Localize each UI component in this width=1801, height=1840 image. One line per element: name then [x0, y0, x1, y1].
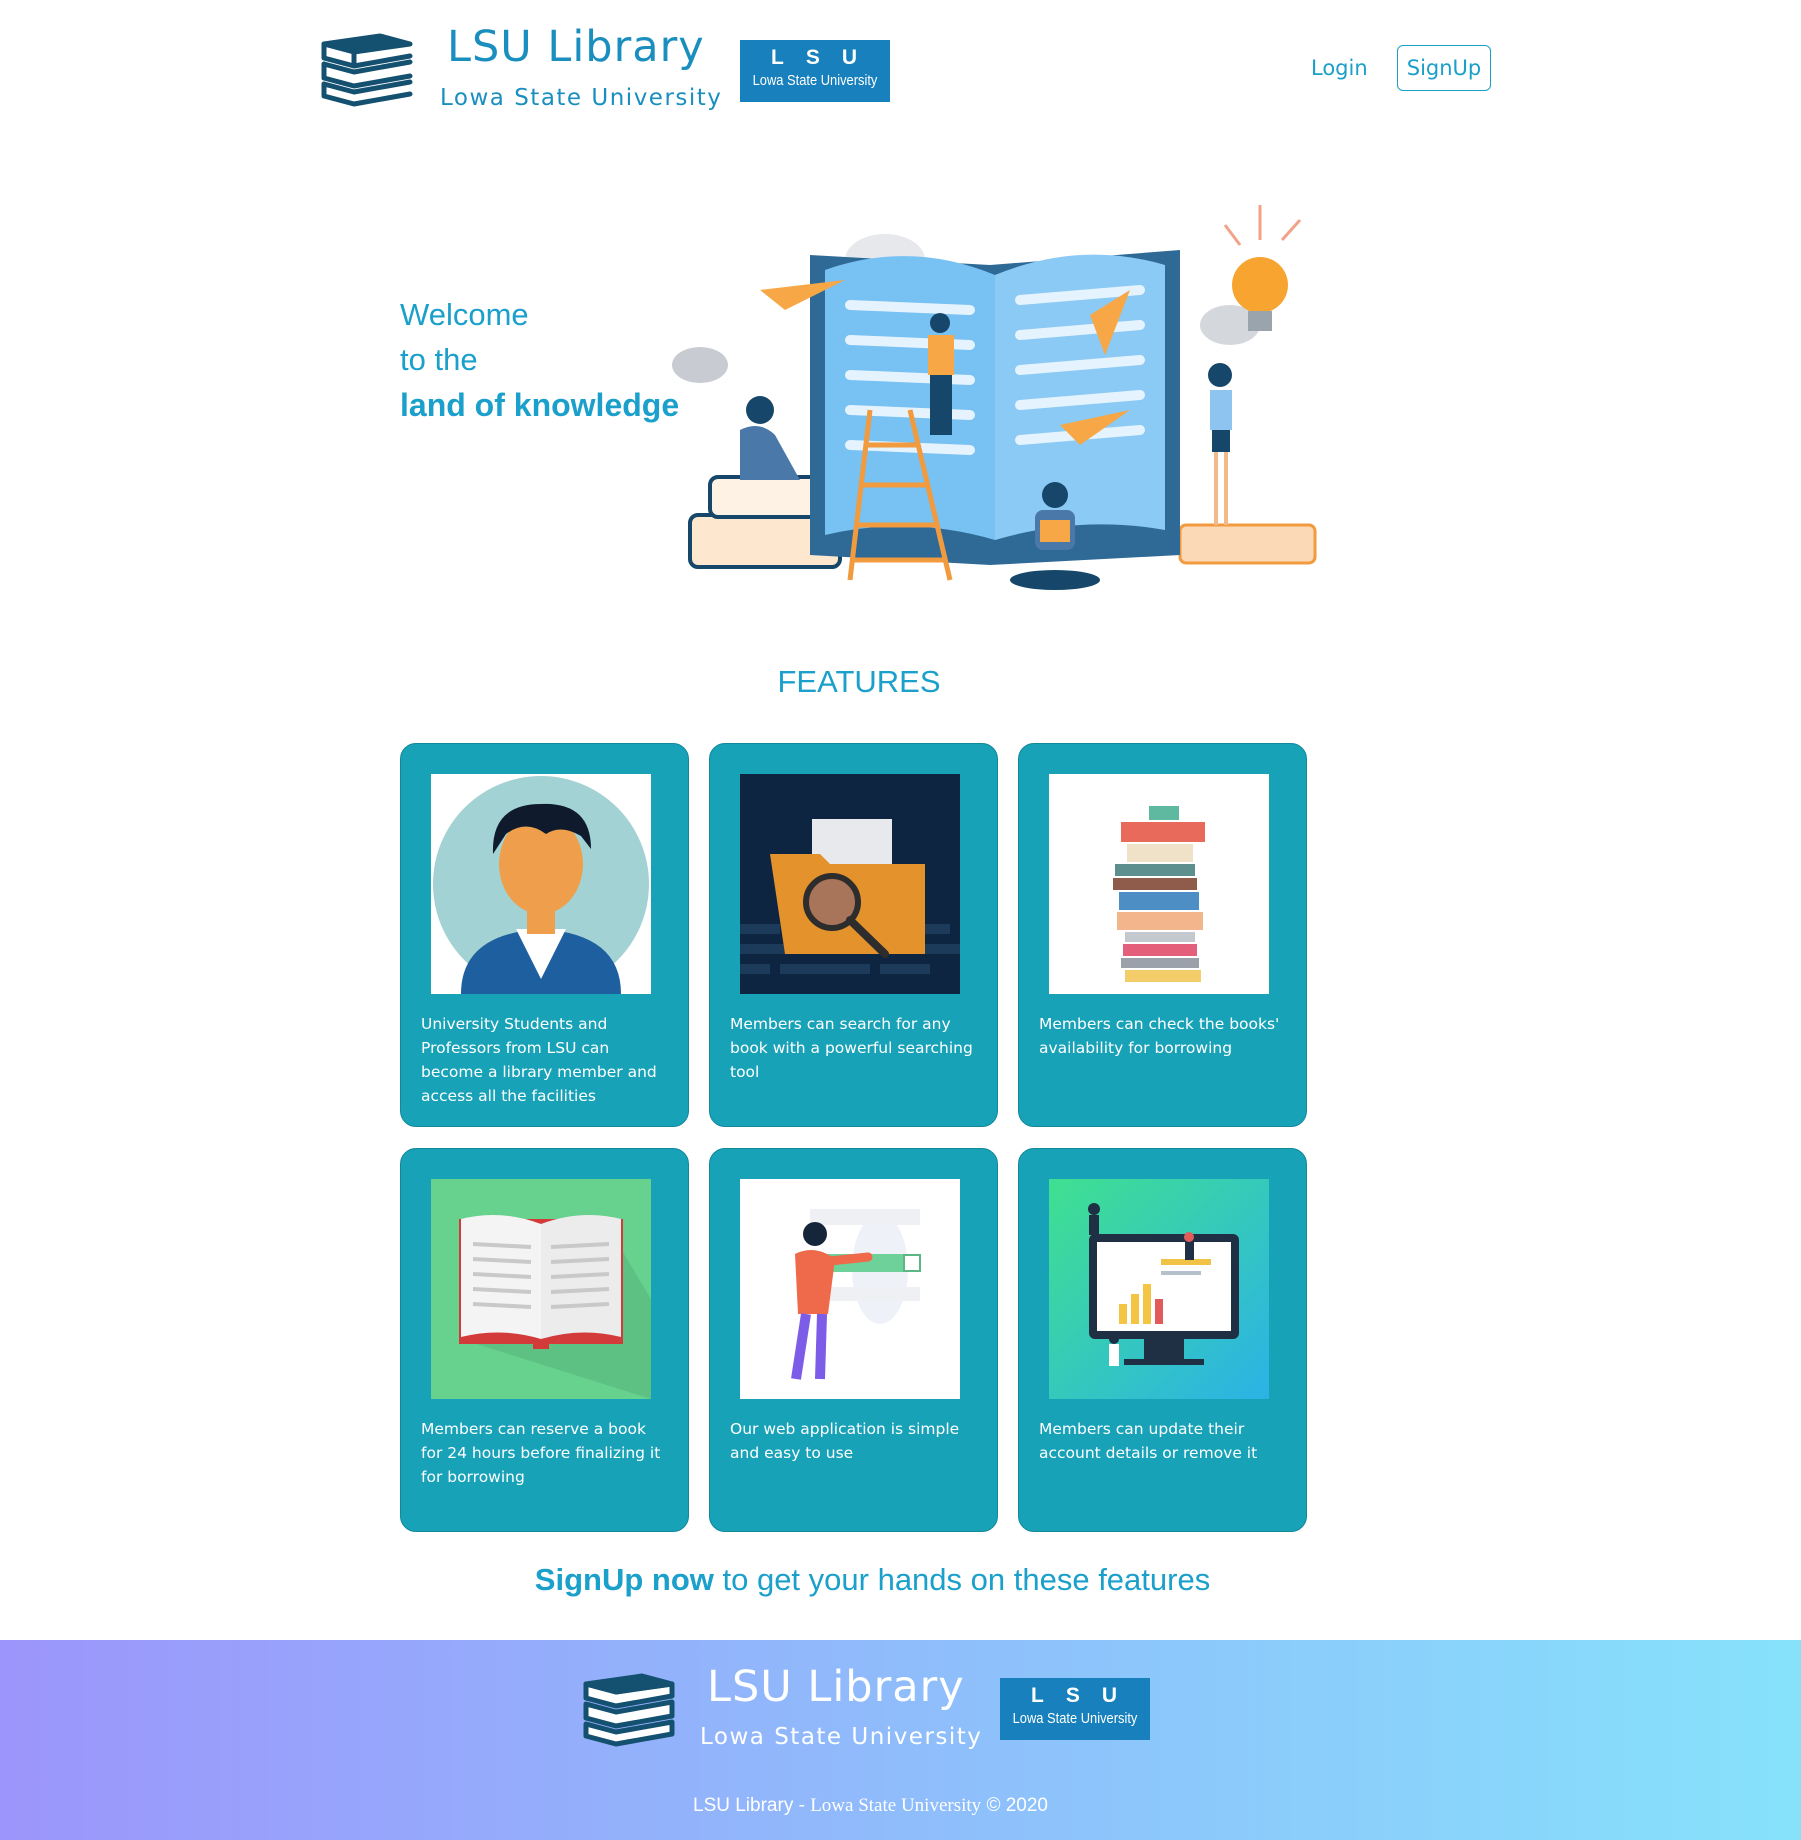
footer-badge-university: Lowa State University — [1012, 1710, 1138, 1727]
feature-text: University Students and Professors from … — [421, 1015, 657, 1105]
signup-now-link[interactable]: SignUp now — [535, 1562, 714, 1597]
books-logo-icon — [583, 1673, 675, 1747]
copyright-university: Lowa State University — [810, 1795, 982, 1816]
feature-card-reserve: Members can reserve a book for 24 hours … — [400, 1148, 689, 1532]
feature-card-search: Members can search for any book with a p… — [709, 743, 998, 1127]
footer-lsu-badge-logo: LSU Lowa State University — [1000, 1678, 1150, 1740]
welcome-text: Welcome to the land of knowledge — [400, 292, 679, 429]
feature-card-account: Members can update their account details… — [1018, 1148, 1307, 1532]
footer-badge-letters: LSU — [1031, 1684, 1139, 1707]
login-link[interactable]: Login — [1311, 56, 1368, 80]
footer-brand-title: LSU Library — [707, 1662, 965, 1712]
student-avatar-icon — [431, 774, 651, 994]
feature-text: Our web application is simple and easy t… — [730, 1420, 960, 1462]
site-footer: LSU Library Lowa State University LSU Lo… — [0, 1640, 1801, 1840]
hero-library-illustration — [672, 205, 1317, 590]
account-dashboard-icon — [1049, 1179, 1269, 1399]
footer-brand-subtitle: Lowa State University — [700, 1724, 983, 1750]
feature-text: Members can check the books' availabilit… — [1039, 1015, 1280, 1057]
features-title: FEATURES — [777, 664, 941, 699]
signup-button[interactable]: SignUp — [1397, 45, 1491, 91]
badge-letters: LSU — [771, 46, 879, 69]
badge-university: Lowa State University — [752, 72, 878, 89]
site-header: LSU Library Lowa State University LSU Lo… — [0, 0, 1801, 150]
welcome-line-1: Welcome — [400, 297, 529, 332]
book-stack-icon — [1049, 774, 1269, 994]
lsu-badge-logo: LSU Lowa State University — [740, 40, 890, 102]
welcome-line-3: land of knowledge — [400, 387, 680, 423]
feature-card-availability: Members can check the books' availabilit… — [1018, 743, 1307, 1127]
feature-card-membership: University Students and Professors from … — [400, 743, 689, 1127]
copyright-brand: LSU Library - — [693, 1795, 811, 1816]
copyright-year: © 2020 — [981, 1795, 1048, 1816]
cta-rest-text: to get your hands on these features — [713, 1562, 1211, 1597]
brand-title: LSU Library — [447, 22, 705, 72]
welcome-line-2: to the — [400, 342, 478, 377]
feature-text: Members can reserve a book for 24 hours … — [421, 1420, 661, 1486]
feature-text: Members can update their account details… — [1039, 1420, 1258, 1462]
copyright-text: LSU Library - Lowa State University © 20… — [0, 1794, 1741, 1817]
folder-search-icon — [740, 774, 960, 994]
signup-cta: SignUp now to get your hands on these fe… — [0, 1562, 1745, 1598]
checklist-person-icon — [740, 1179, 960, 1399]
books-logo-icon[interactable] — [318, 30, 414, 108]
brand-subtitle: Lowa State University — [440, 85, 723, 111]
open-book-icon — [431, 1179, 651, 1399]
feature-text: Members can search for any book with a p… — [730, 1015, 973, 1081]
feature-card-simple: Our web application is simple and easy t… — [709, 1148, 998, 1532]
